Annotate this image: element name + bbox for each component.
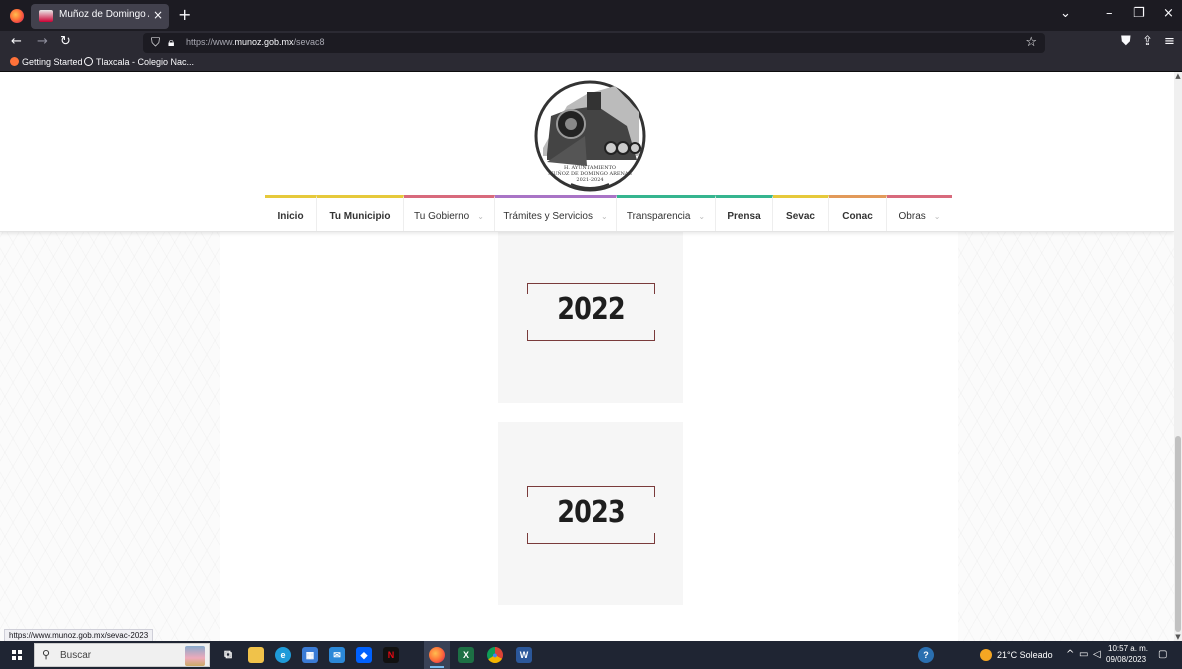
menu-item-transparencia[interactable]: Transparencia ⌄ xyxy=(617,195,716,231)
excel-icon[interactable]: X xyxy=(458,647,474,663)
tracking-shield-icon[interactable]: ⛉ xyxy=(151,35,160,50)
site-favicon-icon xyxy=(39,10,53,22)
weather-text[interactable]: 21°C Soleado xyxy=(997,650,1053,660)
chrome-icon[interactable]: ● xyxy=(487,647,503,663)
chevron-down-icon: ⌄ xyxy=(477,212,484,221)
year-label: 2022 xyxy=(557,292,625,327)
scroll-thumb[interactable] xyxy=(1175,436,1181,632)
tab-list-icon[interactable]: ⌄ xyxy=(1060,6,1071,21)
menu-item-conac[interactable]: Conac xyxy=(829,195,887,231)
scroll-up-icon[interactable]: ▲ xyxy=(1174,72,1182,80)
scroll-down-icon[interactable]: ▼ xyxy=(1174,633,1182,641)
help-icon[interactable]: ? xyxy=(918,647,934,663)
forward-icon[interactable]: → xyxy=(37,34,48,49)
browser-navbar: ← → ↻ ⛉ 🔒︎ https://www.munoz.gob.mx/seva… xyxy=(0,31,1182,55)
pocket-icon[interactable]: ⛊ xyxy=(1121,34,1131,49)
menu-item-prensa[interactable]: Prensa xyxy=(716,195,773,231)
file-explorer-icon[interactable] xyxy=(248,647,264,663)
search-highlight-icon xyxy=(185,646,205,666)
window-close-icon[interactable]: × xyxy=(1163,6,1174,21)
menu-item-tu-gobierno[interactable]: Tu Gobierno ⌄ xyxy=(404,195,495,231)
maximize-icon[interactable]: ❐ xyxy=(1133,6,1145,21)
frame-bracket-bottom xyxy=(527,330,655,341)
windows-taskbar: ⚲ Buscar ⧉ e ▦ ✉ ◆ N X ● W ? 21°C Solead… xyxy=(0,641,1182,669)
screen: Muñoz de Domingo Arenas × + ⌄ – ❐ × ← → … xyxy=(0,0,1182,669)
bookmark-tlaxcala[interactable]: Tlaxcala - Colegio Nac... xyxy=(84,57,194,67)
network-icon[interactable]: ▭ xyxy=(1079,649,1088,660)
bookmark-getting-started[interactable]: Getting Started xyxy=(10,57,83,67)
background-pattern-right xyxy=(958,232,1174,641)
tray-chevron-up-icon[interactable]: ^ xyxy=(1066,649,1074,660)
back-icon[interactable]: ← xyxy=(11,34,22,49)
mail-icon[interactable]: ✉ xyxy=(329,647,345,663)
windows-start-icon[interactable] xyxy=(12,650,22,660)
store-icon[interactable]: ▦ xyxy=(302,647,318,663)
page-scrollbar[interactable]: ▲ ▼ xyxy=(1174,72,1182,641)
lock-icon[interactable]: 🔒︎ xyxy=(168,35,174,50)
frame-bracket-bottom xyxy=(527,533,655,544)
volume-icon[interactable]: ◁ xyxy=(1093,649,1101,660)
year-frame: 2023 xyxy=(527,486,655,544)
menu-item-tramites-y-servicios[interactable]: Trámites y Servicios ⌄ xyxy=(495,195,617,231)
bookmarks-toolbar: Getting Started Tlaxcala - Colegio Nac..… xyxy=(0,55,1182,72)
browser-tabbar: Muñoz de Domingo Arenas × + ⌄ – ❐ × xyxy=(0,0,1182,31)
url-text[interactable]: https://www.munoz.gob.mx/sevac8 xyxy=(186,37,325,47)
menu-hamburger-icon[interactable]: ≡ xyxy=(1164,34,1175,49)
menu-item-tu-municipio[interactable]: Tu Municipio xyxy=(317,195,404,231)
chevron-down-icon: ⌄ xyxy=(698,212,706,221)
background-pattern-left xyxy=(0,232,220,641)
globe-icon xyxy=(84,57,93,66)
taskbar-search[interactable]: ⚲ Buscar xyxy=(34,643,210,667)
tab-title: Muñoz de Domingo Arenas xyxy=(59,9,149,20)
word-icon[interactable]: W xyxy=(516,647,532,663)
new-tab-icon[interactable]: + xyxy=(178,5,191,24)
menu-item-inicio[interactable]: Inicio xyxy=(265,195,317,231)
year-frame: 2022 xyxy=(527,283,655,341)
task-view-icon[interactable]: ⧉ xyxy=(220,647,236,663)
tab-close-icon[interactable]: × xyxy=(153,8,163,22)
firefox-bookmark-icon xyxy=(10,57,19,66)
firefox-taskbar-icon[interactable] xyxy=(429,647,445,663)
chevron-down-icon: ⌄ xyxy=(933,212,941,221)
firefox-icon[interactable] xyxy=(10,9,24,23)
clock-date[interactable]: 09/08/2023 xyxy=(1106,655,1146,664)
menu-item-obras[interactable]: Obras ⌄ xyxy=(887,195,952,231)
logo-caption: H. AYUNTAMIENTO MUÑOZ DE DOMINGO ARENAS … xyxy=(548,165,632,183)
year-card-2022[interactable]: 2022 xyxy=(498,220,683,403)
edge-icon[interactable]: e xyxy=(275,647,291,663)
browser-tab[interactable]: Muñoz de Domingo Arenas × xyxy=(31,4,169,29)
web-page: H. AYUNTAMIENTO MUÑOZ DE DOMINGO ARENAS … xyxy=(0,72,1174,641)
year-card-2023[interactable]: 2023 xyxy=(498,422,683,605)
notifications-icon[interactable]: ▢ xyxy=(1158,649,1167,660)
netflix-icon[interactable]: N xyxy=(383,647,399,663)
bookmark-star-icon[interactable]: ☆ xyxy=(1025,35,1037,50)
clock-time[interactable]: 10:57 a. m. xyxy=(1108,644,1148,653)
url-bar[interactable]: ⛉ 🔒︎ https://www.munoz.gob.mx/sevac8 ☆ xyxy=(143,33,1045,53)
year-label: 2023 xyxy=(557,495,625,530)
search-placeholder: Buscar xyxy=(60,650,92,661)
extensions-icon[interactable]: ⇪ xyxy=(1142,34,1153,49)
dropbox-icon[interactable]: ◆ xyxy=(356,647,372,663)
site-header: H. AYUNTAMIENTO MUÑOZ DE DOMINGO ARENAS … xyxy=(0,72,1174,232)
menu-item-sevac[interactable]: Sevac xyxy=(773,195,829,231)
reload-icon[interactable]: ↻ xyxy=(60,34,71,49)
weather-sun-icon[interactable] xyxy=(980,649,992,661)
search-icon: ⚲ xyxy=(42,648,51,661)
minimize-icon[interactable]: – xyxy=(1106,6,1113,21)
chevron-down-icon: ⌄ xyxy=(600,212,608,221)
